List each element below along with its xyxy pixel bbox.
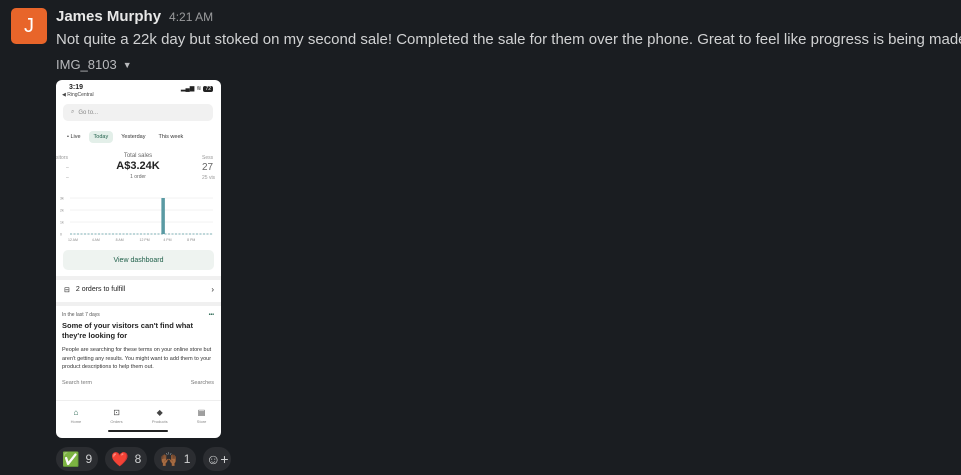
stat-sub: 1 order [130,174,146,180]
reaction-heart[interactable]: ❤️ 8 [105,447,148,471]
reaction-check[interactable]: ✅ 9 [56,447,99,471]
nav-home: ⌂ Home [71,401,82,430]
message-time[interactable]: 4:21 AM [169,10,213,24]
col-searches: Searches [190,379,214,386]
orders-row: ⊟ 2 orders to fulfill › [64,285,214,294]
tag-icon: ◆ [156,407,163,417]
status-icons: ▂▄▆ ≋ 72 [181,85,213,92]
back-app-label: ◀ RingCentral [62,92,94,98]
y-tick-label: 1k [60,221,64,225]
chevron-down-icon[interactable]: ▼ [123,60,132,70]
reaction-count: 9 [85,452,93,466]
heart-icon: ❤️ [111,450,129,467]
x-tick-label: 12 AM [68,238,78,242]
attachment-header[interactable]: IMG_8103 ▼ [56,57,132,72]
chevron-right-icon: › [211,285,214,294]
signal-icon: ▂▄▆ [180,86,195,92]
stat-label: sitors [56,155,68,161]
raised-hands-icon: 🙌🏾 [160,450,178,467]
message-header: James Murphy 4:21 AM [56,8,213,25]
search-icon: ⌕ [71,109,75,115]
stat-total-sales: Total sales A$3.24K 1 order [102,153,174,180]
reaction-count: 1 [183,452,191,466]
stat-value: – [66,165,69,171]
inbox-icon: ⊟ [64,286,70,294]
insight-title: Some of your visitors can't find what th… [62,321,193,340]
battery-icon: 72 [203,85,213,92]
divider [56,302,221,306]
stat-sessions: Sess 27 25 vis [202,153,215,183]
nav-label: Home [70,418,82,424]
stat-label: Total sales [123,153,153,159]
view-dashboard-button: View dashboard [63,250,214,270]
bottom-nav: ⌂ Home ⊡ Orders ◆ Products ▤ Store [56,400,221,430]
x-tick-label: 8 AM [116,238,124,242]
nav-label: Products [151,418,168,424]
home-indicator [108,430,168,432]
reaction-count: 8 [134,452,142,466]
stat-visitors: sitors – – [56,153,69,183]
insight-period: In the last 7 days [62,312,100,318]
tab-yesterday: Yesterday [121,134,146,140]
chart-bar [161,198,165,234]
add-emoji-icon: ☺+ [206,451,229,467]
reactions-bar: ✅ 9 ❤️ 8 🙌🏾 1 ☺+ [56,447,232,471]
stat-sub: – [66,175,69,181]
y-tick-label: 2k [60,209,64,213]
x-tick-label: 12 PM [140,238,150,242]
y-tick-label: 3k [60,197,64,201]
x-tick-label: 4 AM [92,238,100,242]
image-attachment[interactable]: 3:19 ◀ RingCentral ▂▄▆ ≋ 72 ⌕ Go to... •… [56,80,221,438]
avatar[interactable]: J [11,8,47,44]
store-icon: ▤ [197,407,206,417]
insight-card: In the last 7 days ••• Some of your visi… [62,312,214,386]
tab-this-week: This week [158,134,184,140]
add-reaction-button[interactable]: ☺+ [203,447,232,471]
y-tick-label: 0 [60,233,62,237]
stat-value: 27 [202,162,214,173]
tab-today: Today [88,131,114,143]
nav-products: ◆ Products [152,401,168,430]
avatar-letter: J [24,14,34,37]
tab-live: • Live [67,134,81,140]
author-name[interactable]: James Murphy [56,8,161,25]
orders-icon: ⊡ [113,407,120,417]
nav-label: Store [196,418,207,424]
reaction-raised-hands[interactable]: 🙌🏾 1 [154,447,197,471]
nav-store: ▤ Store [197,401,207,430]
search-placeholder: Go to... [78,109,99,116]
x-tick-label: 4 PM [163,238,171,242]
date-tabs: • Live Today Yesterday This week [62,131,188,143]
orders-label: 2 orders to fulfill [75,286,126,293]
wifi-icon: ≋ [196,86,202,92]
insight-body: People are searching for these terms on … [62,347,212,370]
nav-orders: ⊡ Orders [110,401,122,430]
col-search-term: Search term [62,379,92,386]
sales-chart: 3k 2k 1k 0 12 AM 4 AM 8 AM 12 PM 4 PM 8 PM [60,197,213,242]
attachment-name: IMG_8103 [56,57,117,72]
stat-sub: 25 vis [202,175,216,181]
divider [56,276,221,280]
nav-label: Orders [110,418,123,424]
status-time: 3:19 [69,84,84,91]
more-icon: ••• [208,312,214,318]
check-mark-icon: ✅ [62,450,80,467]
x-tick-label: 8 PM [187,238,195,242]
home-icon: ⌂ [73,407,79,417]
search-bar: ⌕ Go to... [63,104,213,121]
stat-value: A$3.24K [116,160,160,172]
message-text: Not quite a 22k day but stoked on my sec… [56,31,961,48]
